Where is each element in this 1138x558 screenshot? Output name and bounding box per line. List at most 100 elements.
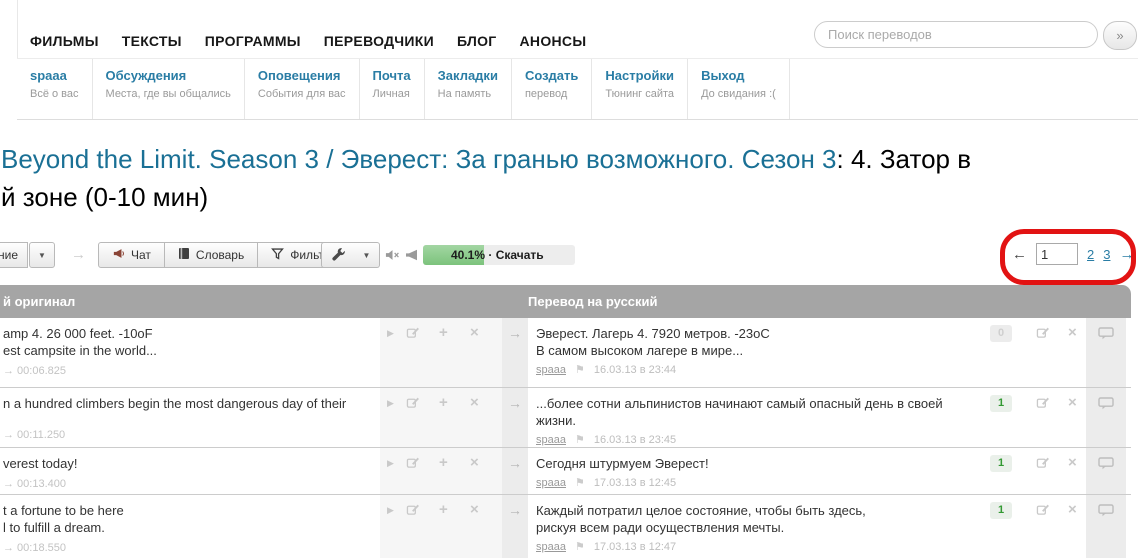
translation-meta: spaaa ⚑ 17.03.13 в 12:47	[536, 539, 970, 556]
rating-badge[interactable]: 0	[990, 325, 1012, 342]
transfer-arrow-icon[interactable]: →	[502, 495, 528, 558]
delete-icon[interactable]: ×	[470, 454, 479, 471]
truncated-toolbar-button[interactable]: ние	[0, 242, 28, 268]
nav-translators[interactable]: ПЕРЕВОДЧИКИ	[324, 33, 434, 49]
usernav-discussions[interactable]: Обсуждения Места, где вы общались	[93, 59, 245, 119]
comments-column[interactable]	[1086, 448, 1126, 494]
usernav-mail-sub: Личная	[372, 88, 410, 100]
nav-films[interactable]: ФИЛЬМЫ	[30, 33, 99, 49]
speech-bubble-icon	[1098, 457, 1114, 470]
play-icon[interactable]: ▶	[387, 328, 394, 339]
delete-icon[interactable]: ×	[1068, 454, 1077, 471]
original-line: verest today!	[3, 456, 78, 471]
usernav-settings-sub: Тюнинг сайта	[605, 88, 675, 100]
nav-blog[interactable]: БЛОГ	[457, 33, 497, 49]
flag-icon[interactable]: ⚑	[575, 432, 585, 449]
usernav-create[interactable]: Создать перевод	[512, 59, 593, 119]
translation-meta: spaaa ⚑ 17.03.13 в 12:45	[536, 475, 970, 492]
row-actions-strip: ▶ + ×	[380, 495, 502, 558]
edit-icon[interactable]	[406, 396, 420, 414]
add-icon[interactable]: +	[439, 394, 448, 411]
usernav-discussions-sub: Места, где вы общались	[105, 88, 231, 100]
dictionary-button[interactable]: Словарь	[164, 242, 259, 268]
delete-icon[interactable]: ×	[470, 501, 479, 518]
speech-bubble-icon	[1098, 327, 1114, 340]
search-input[interactable]	[814, 21, 1098, 48]
original-text-cell: t a fortune to be here l to fulfill a dr…	[3, 502, 375, 557]
edit-icon[interactable]	[1036, 456, 1050, 474]
author-link[interactable]: spaaa	[536, 475, 566, 492]
truncated-toolbar-caret-button[interactable]: ▼	[29, 242, 55, 268]
edit-icon[interactable]	[406, 456, 420, 474]
rating-badge[interactable]: 1	[990, 502, 1012, 519]
usernav-bookmarks[interactable]: Закладки На память	[425, 59, 512, 119]
delete-icon[interactable]: ×	[470, 394, 479, 411]
transfer-arrow-icon[interactable]: →	[502, 388, 528, 447]
edit-icon[interactable]	[1036, 326, 1050, 344]
flag-icon[interactable]: ⚑	[575, 475, 585, 492]
comments-column[interactable]	[1086, 318, 1126, 387]
delete-icon[interactable]: ×	[1068, 501, 1077, 518]
pagination-next-icon[interactable]: →	[1119, 246, 1134, 263]
search-go-button[interactable]: »	[1103, 21, 1137, 50]
tools-caret-button[interactable]: ▼	[354, 242, 380, 268]
usernav-mail[interactable]: Почта Личная	[360, 59, 425, 119]
usernav-logout[interactable]: Выход До свидания :(	[688, 59, 790, 119]
speech-bubble-icon	[1098, 504, 1114, 517]
play-icon[interactable]: ▶	[387, 458, 394, 469]
mute-speaker-icon[interactable]	[385, 248, 400, 266]
delete-icon[interactable]: ×	[1068, 324, 1077, 341]
table-header: й оригинал Перевод на русский	[0, 285, 1131, 318]
transfer-arrow-icon[interactable]: →	[502, 318, 528, 387]
author-link[interactable]: spaaa	[536, 539, 566, 556]
play-icon[interactable]: ▶	[387, 505, 394, 516]
transfer-arrow-icon[interactable]: →	[502, 448, 528, 494]
nav-texts[interactable]: ТЕКСТЫ	[122, 33, 182, 49]
speech-bubble-icon	[1098, 397, 1114, 410]
pagination-prev-icon[interactable]: ←	[1012, 246, 1027, 263]
usernav-notifications-label: Оповещения	[257, 68, 341, 83]
tools-button[interactable]	[321, 242, 355, 268]
usernav-discussions-label: Обсуждения	[105, 68, 187, 83]
comments-column[interactable]	[1086, 495, 1126, 558]
timestamp: → 00:06.825	[3, 365, 66, 377]
edit-icon[interactable]	[406, 326, 420, 344]
pagination-page-2[interactable]: 2	[1087, 247, 1094, 262]
flag-icon[interactable]: ⚑	[575, 362, 585, 379]
pagination-page-input[interactable]	[1036, 243, 1078, 265]
add-icon[interactable]: +	[439, 454, 448, 471]
rating-badge[interactable]: 1	[990, 455, 1012, 472]
pagination: ← 2 3 →	[1012, 243, 1134, 265]
original-line: est campsite in the world...	[3, 343, 157, 358]
rating-badge[interactable]: 1	[990, 395, 1012, 412]
delete-icon[interactable]: ×	[1068, 394, 1077, 411]
translation-date: 17.03.13 в 12:45	[593, 477, 677, 489]
chat-button[interactable]: Чат	[98, 242, 165, 268]
usernav-settings[interactable]: Настройки Тюнинг сайта	[592, 59, 689, 119]
delete-icon[interactable]: ×	[470, 324, 479, 341]
edit-icon[interactable]	[1036, 503, 1050, 521]
translation-title-link[interactable]: Beyond the Limit. Season 3 / Эверест: За…	[1, 144, 837, 174]
progress-label[interactable]: 40.1% · Скачать	[451, 248, 544, 262]
main-nav: ФИЛЬМЫ ТЕКСТЫ ПРОГРАММЫ ПЕРЕВОДЧИКИ БЛОГ…	[30, 33, 586, 49]
edit-icon[interactable]	[406, 503, 420, 521]
nav-programs[interactable]: ПРОГРАММЫ	[205, 33, 301, 49]
horn-icon[interactable]	[405, 248, 419, 266]
author-link[interactable]: spaaa	[536, 362, 566, 379]
comments-column[interactable]	[1086, 388, 1126, 447]
original-text-cell: amp 4. 26 000 feet. -10oF est campsite i…	[3, 325, 375, 380]
add-icon[interactable]: +	[439, 324, 448, 341]
flag-icon[interactable]: ⚑	[575, 539, 585, 556]
edit-icon[interactable]	[1036, 396, 1050, 414]
translation-line: ...более сотни альпинистов начинают самы…	[536, 396, 943, 428]
usernav-notifications[interactable]: Оповещения События для вас	[245, 59, 360, 119]
pagination-page-3[interactable]: 3	[1103, 247, 1110, 262]
add-icon[interactable]: +	[439, 501, 448, 518]
play-icon[interactable]: ▶	[387, 398, 394, 409]
nav-announces[interactable]: АНОНСЫ	[520, 33, 587, 49]
table-row: n a hundred climbers begin the most dang…	[0, 388, 1131, 448]
usernav-profile[interactable]: spaaa Всё о вас	[17, 59, 93, 119]
megaphone-icon	[112, 247, 125, 263]
user-nav: spaaa Всё о вас Обсуждения Места, где вы…	[17, 58, 1138, 120]
author-link[interactable]: spaaa	[536, 432, 566, 449]
